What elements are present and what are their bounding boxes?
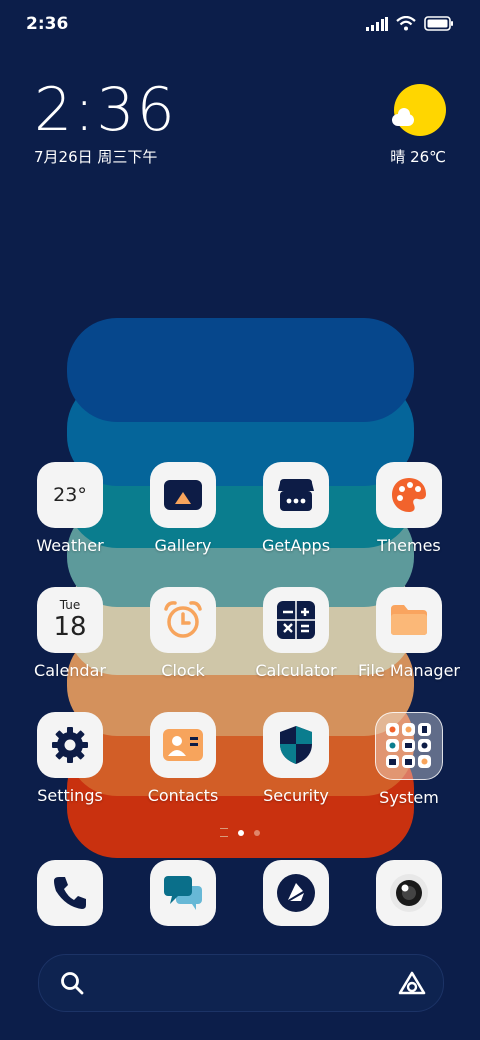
status-time: 2:36 (26, 14, 69, 34)
wallpaper-stripe (67, 318, 414, 422)
app-label: Clock (161, 661, 205, 680)
page-dot-active (238, 829, 244, 836)
app-label: Gallery (154, 536, 212, 555)
dock-camera[interactable] (376, 860, 442, 926)
app-system[interactable]: System (349, 712, 469, 807)
app-gallery[interactable]: Gallery (123, 462, 243, 555)
page-indicator[interactable] (0, 828, 480, 837)
app-label: File Manager (358, 661, 460, 680)
messages-icon (164, 876, 202, 910)
app-weather[interactable]: 23° Weather (10, 462, 130, 555)
app-contacts[interactable]: Contacts (123, 712, 243, 805)
app-label: Security (263, 786, 329, 805)
contact-card-icon (150, 712, 216, 778)
weather-text: 晴 26℃ (390, 148, 446, 166)
page-dot (254, 829, 260, 836)
weather-icon: 23° (37, 462, 103, 528)
status-bar: 2:36 (0, 0, 480, 50)
dock-messages[interactable] (150, 860, 216, 926)
calendar-date: 18 (53, 612, 87, 642)
gear-icon (37, 712, 103, 778)
app-settings[interactable]: Settings (10, 712, 130, 805)
battery-icon (424, 16, 453, 31)
app-label: Calendar (34, 661, 106, 680)
gallery-icon (150, 462, 216, 528)
widget-date: 7月26日 周三下午 (34, 148, 158, 166)
calculator-icon (263, 587, 329, 653)
clock-widget[interactable]: 2:36 7月26日 周三下午 (34, 78, 177, 167)
app-calendar[interactable]: Tue 18 Calendar (10, 587, 130, 680)
camera-icon (390, 874, 428, 912)
search-icon (61, 972, 84, 995)
getapps-icon (263, 462, 329, 528)
widget-time: 2:36 (34, 75, 177, 145)
app-clock[interactable]: Clock (123, 587, 243, 680)
app-security[interactable]: Security (236, 712, 356, 805)
app-themes[interactable]: Themes (349, 462, 469, 555)
app-label: GetApps (261, 536, 331, 555)
wifi-icon (396, 16, 416, 31)
weather-icon-temp: 23° (53, 484, 87, 506)
app-calculator[interactable]: Calculator (236, 587, 356, 680)
dock-phone[interactable] (37, 860, 103, 926)
assistant-icon[interactable] (397, 970, 427, 996)
sunny-cloud-icon (392, 84, 446, 136)
browser-icon (277, 874, 315, 912)
app-getapps[interactable]: GetApps (236, 462, 356, 555)
app-label: Contacts (147, 786, 219, 805)
folder-grid-icon (375, 712, 443, 780)
folder-icon (376, 587, 442, 653)
app-label: System (379, 788, 439, 807)
app-label: Themes (377, 536, 441, 555)
search-bar[interactable] (38, 954, 444, 1012)
app-label: Calculator (255, 661, 337, 680)
app-label: Settings (37, 786, 103, 805)
phone-icon (54, 877, 86, 909)
signal-icon (366, 16, 388, 31)
home-list-icon (220, 828, 228, 837)
shield-icon (263, 712, 329, 778)
calendar-day: Tue (59, 598, 81, 612)
status-icons (366, 16, 454, 31)
calendar-icon: Tue 18 (37, 587, 103, 653)
palette-icon (376, 462, 442, 528)
app-label: Weather (36, 536, 104, 555)
dock-browser[interactable] (263, 860, 329, 926)
weather-widget[interactable]: 晴 26℃ (390, 84, 446, 167)
app-file-manager[interactable]: File Manager (349, 587, 469, 680)
alarm-clock-icon (150, 587, 216, 653)
